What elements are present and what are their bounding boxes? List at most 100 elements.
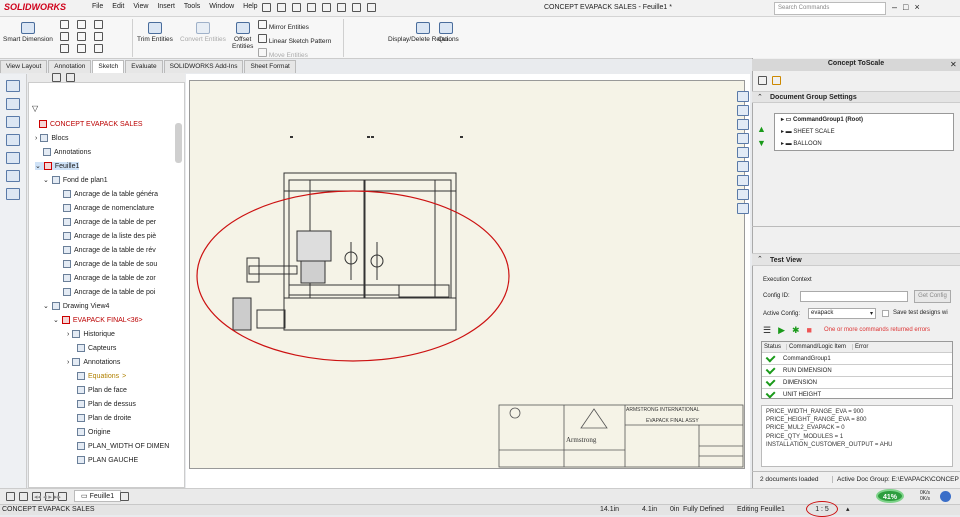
tab-annotation[interactable]: Annotation: [48, 60, 92, 73]
tree-item-feuille1[interactable]: ⌄ Feuille1: [35, 162, 80, 170]
tree-item-blocs[interactable]: › Blocs: [35, 134, 68, 142]
sheet-tab[interactable]: ▭ Feuille1: [74, 490, 122, 502]
tree-item-annotations[interactable]: Annotations: [43, 148, 91, 156]
trim-entities-button[interactable]: Trim Entities: [137, 22, 173, 43]
test-view-header[interactable]: ⌃ Test View: [752, 253, 960, 266]
task-pane-icon[interactable]: [737, 189, 749, 200]
tree-item-anchor[interactable]: Ancrage de la liste des piè: [63, 232, 156, 240]
appearance-icon[interactable]: [737, 147, 749, 158]
note-icon[interactable]: [6, 152, 20, 164]
table-row[interactable]: DIMENSION: [762, 376, 952, 389]
offset-entities-button[interactable]: Offset Entities: [232, 22, 253, 50]
tree-item-plan-droite[interactable]: Plan de droite: [77, 414, 131, 422]
select-icon[interactable]: [337, 3, 346, 12]
new-icon[interactable]: [262, 3, 271, 12]
tree-item-anchor[interactable]: Ancrage de la table de per: [63, 218, 156, 226]
options-icon[interactable]: [367, 3, 376, 12]
tree-item-plan-dessus[interactable]: Plan de dessus: [77, 400, 136, 408]
home-icon[interactable]: [737, 91, 749, 102]
tree-item-capteurs[interactable]: Capteurs: [77, 344, 116, 352]
circle-icon[interactable]: [77, 20, 86, 29]
tab-view-layout[interactable]: View Layout: [0, 60, 48, 73]
tree-item-equations[interactable]: Equations >: [77, 372, 126, 380]
rebuild-icon[interactable]: [352, 3, 361, 12]
menu-view[interactable]: View: [133, 3, 148, 10]
add-sheet-icon[interactable]: [120, 492, 129, 501]
balloon-icon[interactable]: [6, 170, 20, 182]
save-icon[interactable]: [758, 76, 767, 85]
tree-item-plan-face[interactable]: Plan de face: [77, 386, 127, 394]
projected-view-icon[interactable]: [6, 98, 20, 110]
group-balloon[interactable]: ▸ ▬ BALLOON: [781, 140, 822, 147]
tab-sheet-format[interactable]: Sheet Format: [244, 60, 296, 73]
menu-file[interactable]: File: [92, 3, 103, 10]
print-icon[interactable]: [307, 3, 316, 12]
tree-scrollbar[interactable]: [175, 123, 182, 163]
tree-item-anchor[interactable]: Ancrage de la table de rév: [63, 246, 156, 254]
menu-edit[interactable]: Edit: [112, 3, 124, 10]
detail-view-icon[interactable]: [6, 134, 20, 146]
group-sheet-scale[interactable]: ▸ ▬ SHEET SCALE: [781, 128, 835, 135]
feature-manager-tab-icon[interactable]: [52, 73, 61, 82]
get-config-button[interactable]: Get Config: [914, 290, 951, 303]
sketch-icon[interactable]: [6, 492, 15, 501]
tree-item-anchor[interactable]: Ancrage de la table de poi: [63, 288, 155, 296]
spline-icon[interactable]: [94, 20, 103, 29]
close-icon[interactable]: ×: [914, 2, 925, 12]
search-input[interactable]: Search Commands: [774, 2, 886, 15]
polygon-icon[interactable]: [94, 32, 103, 41]
tree-item-annotations-2[interactable]: › Annotations: [67, 358, 120, 366]
open-icon[interactable]: [277, 3, 286, 12]
align-icon[interactable]: [19, 492, 28, 501]
tree-item-evapack-part[interactable]: ⌄ EVAPACK FINAL<36>: [53, 316, 143, 324]
property-manager-tab-icon[interactable]: [66, 73, 75, 82]
tab-sketch[interactable]: Sketch: [92, 60, 125, 73]
quick-snaps-button[interactable]: Qui...: [438, 22, 454, 43]
toscale-icon[interactable]: [737, 203, 749, 214]
folder-icon[interactable]: [737, 119, 749, 130]
tree-item-anchor[interactable]: Ancrage de la table de zor: [63, 274, 156, 282]
tab-evaluate[interactable]: Evaluate: [125, 60, 163, 73]
tree-item-anchor[interactable]: Ancrage de nomenclature: [63, 204, 154, 212]
tree-item-origine[interactable]: Origine: [77, 428, 111, 436]
menu-insert[interactable]: Insert: [157, 3, 175, 10]
run-icon[interactable]: ▶: [778, 325, 785, 336]
tree-item-historique[interactable]: › Historique: [67, 330, 115, 338]
sheet-nav-arrows[interactable]: ◂◂ ◂ ▸ ▸▸: [34, 493, 61, 501]
list-icon[interactable]: ☰: [763, 325, 771, 336]
point-icon[interactable]: [77, 44, 86, 53]
save-designs-checkbox[interactable]: [882, 310, 889, 317]
grid-icon[interactable]: [737, 175, 749, 186]
menu-window[interactable]: Window: [209, 3, 234, 10]
restore-icon[interactable]: □: [903, 2, 914, 12]
rectangle-icon[interactable]: [60, 32, 69, 41]
menu-help[interactable]: Help: [243, 3, 257, 10]
table-row[interactable]: RUN DIMENSION: [762, 364, 952, 377]
menu-tools[interactable]: Tools: [184, 3, 200, 10]
table-row[interactable]: UNIT HEIGHT: [762, 388, 952, 398]
palette-icon[interactable]: [737, 161, 749, 172]
config-id-input[interactable]: [800, 291, 908, 302]
settings-icon[interactable]: ✱: [792, 325, 800, 336]
list-icon[interactable]: [737, 133, 749, 144]
command-group-tree[interactable]: ▸ ▭ CommandGroup1 (Root) ▸ ▬ SHEET SCALE…: [774, 113, 954, 151]
refresh-icon[interactable]: [772, 76, 781, 85]
text-icon[interactable]: [94, 44, 103, 53]
mirror-entities-button[interactable]: Mirror Entities: [258, 20, 331, 34]
table-row[interactable]: CommandGroup1: [762, 352, 952, 365]
tree-item-drawing-view[interactable]: ⌄ Drawing View4: [43, 302, 109, 310]
tree-item-fond-de-plan[interactable]: ⌄ Fond de plan1: [43, 176, 108, 184]
view-cube-icon[interactable]: [737, 105, 749, 116]
line-icon[interactable]: [60, 20, 69, 29]
convert-entities-button[interactable]: Convert Entities: [180, 22, 226, 43]
section-view-icon[interactable]: [6, 116, 20, 128]
tree-item-anchor[interactable]: Ancrage de la table généra: [63, 190, 158, 198]
model-view-icon[interactable]: [6, 80, 20, 92]
tree-item-plan-gauche[interactable]: PLAN GAUCHE: [77, 456, 138, 464]
slot-icon[interactable]: [60, 44, 69, 53]
tree-root[interactable]: CONCEPT EVAPACK SALES: [39, 120, 143, 128]
tree-item-plan-width[interactable]: PLAN_WIDTH OF DIMEN: [77, 442, 169, 450]
linear-pattern-button[interactable]: Linear Sketch Pattern: [258, 34, 331, 48]
tree-item-anchor[interactable]: Ancrage de la table de sou: [63, 260, 157, 268]
scale-dropdown-icon[interactable]: ▴: [846, 505, 850, 513]
